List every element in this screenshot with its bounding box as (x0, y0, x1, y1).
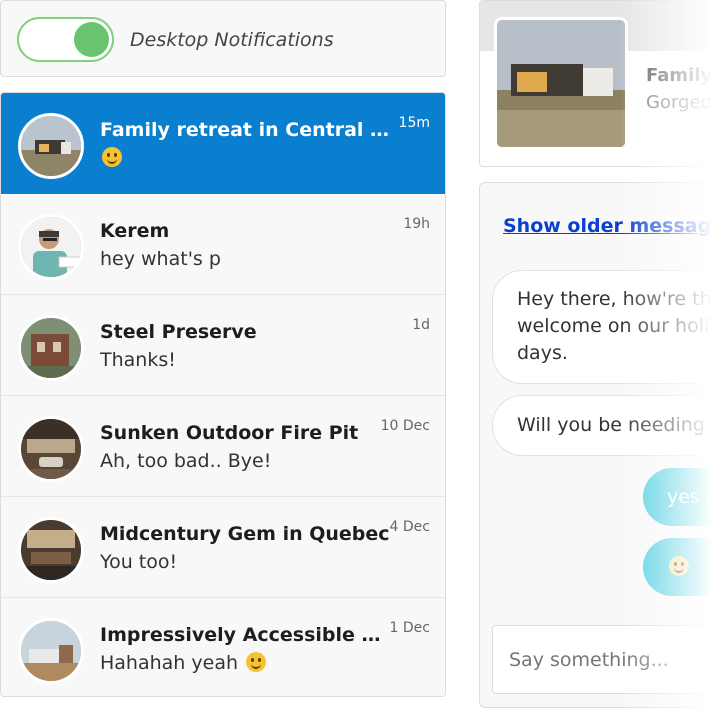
conversation-title: Kerem (100, 220, 170, 242)
avatar (18, 315, 84, 381)
avatar (18, 416, 84, 482)
conversation-item-kerem[interactable]: Kerem hey what's p 19h (1, 194, 445, 295)
conversation-title: Midcentury Gem in Quebec (100, 523, 390, 545)
conversation-preview: hey what's p (100, 248, 221, 270)
conversation-title: Steel Preserve (100, 321, 257, 343)
conversation-time: 10 Dec (380, 418, 430, 434)
conversation-item-steel-preserve[interactable]: Steel Preserve Thanks! 1d (1, 295, 445, 396)
conversation-title: Family retreat in Central M... (100, 119, 390, 141)
smile-emoji-icon (669, 556, 689, 576)
avatar (18, 113, 84, 179)
toggle-knob (74, 22, 109, 57)
message-bubble-outgoing (643, 538, 710, 596)
desktop-notifications-toggle[interactable] (17, 17, 114, 62)
message-text: yes p (667, 486, 710, 508)
desktop-notifications-label: Desktop Notifications (130, 29, 334, 51)
notification-settings-card: Desktop Notifications (0, 0, 446, 77)
conversation-time: 1 Dec (389, 620, 430, 636)
message-bubble-incoming: Hey there, how're th welcome on our holi… (492, 270, 710, 384)
conversation-title: Sunken Outdoor Fire Pit (100, 422, 359, 444)
message-line: welcome on our holi (517, 315, 710, 337)
conversation-preview-text: Hahahah yeah (100, 652, 239, 674)
conversation-preview: You too! (100, 551, 178, 573)
conversation-time: 1d (412, 317, 430, 333)
listing-photo (494, 17, 628, 150)
conversation-item-accessible-house[interactable]: Impressively Accessible H... Hahahah yea… (1, 598, 445, 696)
conversation-title: Impressively Accessible H... (100, 624, 390, 646)
conversation-time: 4 Dec (389, 519, 430, 535)
conversation-item-sunken-fire-pit[interactable]: Sunken Outdoor Fire Pit Ah, too bad.. By… (1, 396, 445, 497)
listing-title: Family (646, 65, 710, 86)
message-line: days. (517, 342, 568, 364)
listing-card[interactable]: Family Gorged (479, 0, 710, 167)
smile-emoji-icon (102, 147, 122, 167)
message-input[interactable] (492, 625, 710, 694)
conversation-list: Family retreat in Central M... 15m Kerem… (0, 92, 446, 697)
conversation-time: 19h (403, 216, 430, 232)
conversation-item-midcentury-gem[interactable]: Midcentury Gem in Quebec You too! 4 Dec (1, 497, 445, 598)
avatar (18, 517, 84, 583)
message-bubble-outgoing: yes p (643, 468, 710, 526)
chat-panel: Show older message Hey there, how're th … (479, 182, 710, 708)
conversation-item-family-retreat[interactable]: Family retreat in Central M... 15m (1, 93, 445, 194)
conversation-preview: Ah, too bad.. Bye! (100, 450, 272, 472)
message-bubble-incoming: Will you be needing (492, 395, 710, 456)
conversation-preview (100, 147, 400, 169)
conversation-preview: Thanks! (100, 349, 176, 371)
smile-emoji-icon (246, 652, 267, 672)
conversation-preview: Hahahah yeah (100, 652, 400, 674)
avatar (18, 618, 84, 684)
conversation-time: 15m (398, 115, 430, 131)
avatar (18, 214, 84, 280)
show-older-messages-link[interactable]: Show older message (503, 215, 710, 237)
listing-subtitle: Gorged (646, 92, 710, 113)
message-line: Will you be needing (517, 414, 705, 436)
message-line: Hey there, how're th (517, 288, 710, 310)
